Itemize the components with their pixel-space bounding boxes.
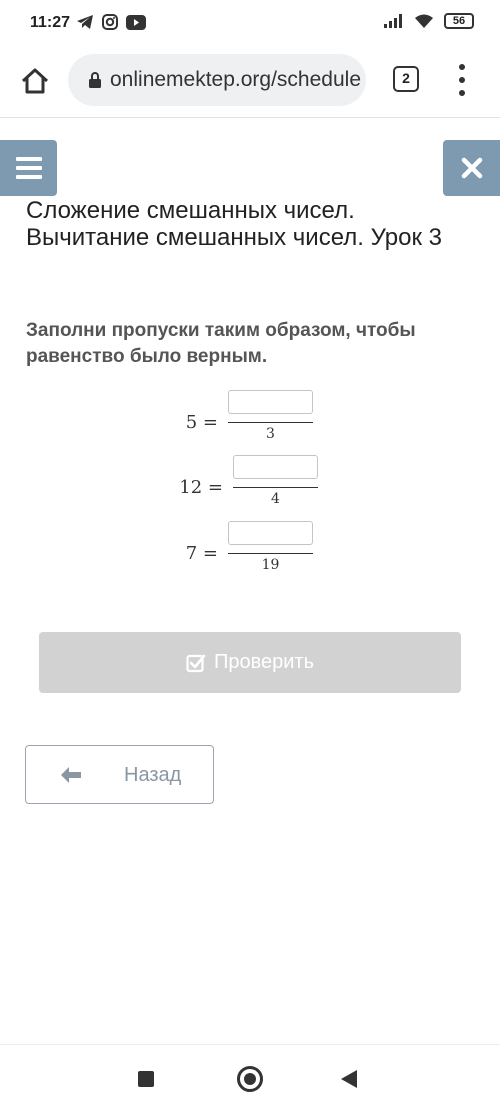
numerator-input-3[interactable]	[228, 521, 313, 545]
numerator-input-1[interactable]	[228, 390, 313, 414]
numerator-input-2[interactable]	[233, 455, 318, 479]
status-time: 11:27	[30, 14, 71, 31]
equation-2: 12 = 4	[179, 455, 318, 515]
notification-icons	[76, 14, 146, 30]
url-text: onlinemektep.org/schedule	[110, 68, 361, 91]
telegram-icon	[77, 15, 93, 29]
battery-icon: 56	[444, 13, 474, 29]
status-bar: 11:27 56	[0, 0, 500, 48]
fraction-bar	[228, 553, 313, 554]
address-bar[interactable]: onlinemektep.org/schedule	[68, 54, 366, 106]
home-icon	[21, 68, 49, 94]
signal-icon	[384, 14, 402, 28]
equation-3: 7 = 19	[186, 521, 313, 581]
equation-1: 5 = 3	[186, 390, 313, 450]
denominator: 19	[261, 557, 280, 573]
check-button[interactable]: Проверить	[39, 632, 461, 693]
system-navigation-bar	[0, 1044, 500, 1111]
back-button[interactable]: Назад	[25, 745, 214, 804]
system-icons: 56	[384, 13, 474, 29]
page-title: Сложение смешанных чисел. Вычитание смеш…	[26, 197, 442, 251]
recent-apps-icon[interactable]	[138, 1071, 154, 1087]
browser-toolbar: onlinemektep.org/schedule 2	[0, 48, 500, 118]
fraction-bar	[228, 422, 313, 423]
arrow-left-icon	[61, 767, 81, 783]
close-button[interactable]	[443, 140, 500, 196]
denominator: 3	[266, 426, 275, 442]
dot-icon	[459, 77, 465, 83]
equation-left-side: 5 =	[185, 412, 218, 433]
home-button[interactable]	[16, 62, 54, 100]
equation-left-side: 7 =	[185, 543, 218, 564]
youtube-icon	[126, 14, 146, 30]
hamburger-bar-icon	[15, 166, 42, 170]
dot-icon	[459, 90, 465, 96]
tab-switcher-button[interactable]: 2	[393, 66, 419, 92]
back-button-label: Назад	[124, 764, 182, 786]
checkbox-checked-icon	[186, 654, 206, 672]
browser-menu-button[interactable]	[452, 64, 472, 96]
home-nav-icon[interactable]	[237, 1066, 263, 1092]
fraction-bar	[233, 487, 318, 488]
task-instruction: Заполни пропуски таким образом, чтобы ра…	[26, 320, 416, 367]
wifi-icon	[415, 14, 433, 28]
lock-icon	[89, 72, 101, 88]
close-icon	[461, 157, 482, 179]
back-nav-icon[interactable]	[340, 1069, 358, 1089]
equation-left-side: 12 =	[179, 477, 223, 498]
hamburger-bar-icon	[15, 157, 42, 161]
hamburger-bar-icon	[15, 175, 42, 179]
instagram-icon	[102, 14, 118, 30]
menu-button[interactable]	[0, 140, 57, 196]
dot-icon	[459, 64, 465, 70]
check-button-label: Проверить	[213, 651, 315, 673]
denominator: 4	[271, 491, 280, 507]
